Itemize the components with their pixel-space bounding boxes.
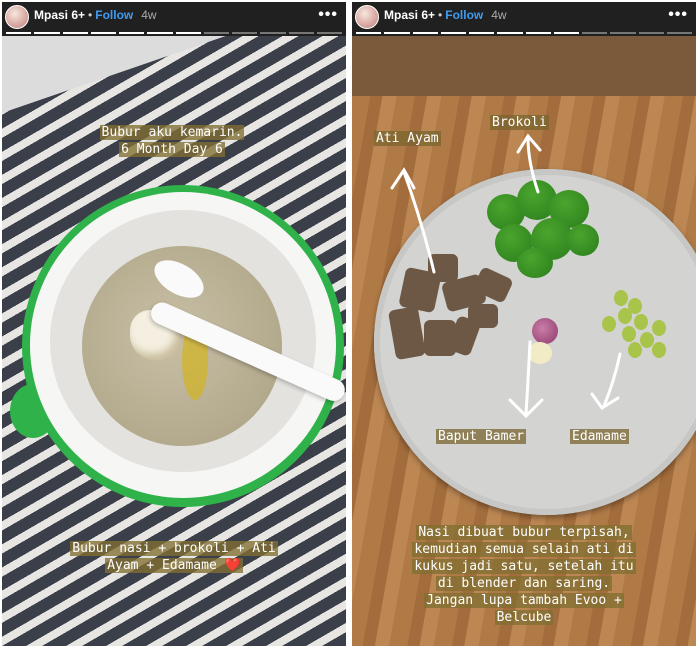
caption-bottom-line-1: Bubur nasi + brokoli + Ati (70, 541, 278, 556)
story-progress (6, 32, 342, 34)
story-header: Mpasi 6+ • Follow 4w ••• (2, 2, 346, 36)
story-panel-1[interactable]: Mpasi 6+ • Follow 4w ••• Bubur aku kemarin.… (2, 2, 346, 646)
more-options-icon[interactable]: ••• (668, 6, 688, 24)
caption-line-4: di blender dan saring. (435, 576, 613, 591)
caption-top-line-2: 6 Month Day 6 (119, 142, 225, 157)
story-header: Mpasi 6+ • Follow 4w ••• (352, 2, 696, 36)
caption-line-6: Belcube (494, 610, 554, 625)
story-progress (356, 32, 692, 34)
caption-top-line-1: Bubur aku kemarin. (99, 125, 245, 140)
user-line: Mpasi 6+ • Follow 4w (34, 8, 157, 22)
caption-bottom-line-2: Ayam + Edamame ❤️ (105, 558, 243, 573)
label-brokoli-text: Brokoli (490, 115, 549, 130)
username[interactable]: Mpasi 6+ (384, 8, 435, 22)
arrow-ati-ayam (402, 170, 436, 274)
avatar[interactable] (5, 5, 29, 29)
follow-button[interactable]: Follow (445, 8, 483, 22)
caption-bottom: Bubur nasi + brokoli + Ati Ayam + Edamam… (14, 540, 334, 574)
label-edamame-text: Edamame (570, 429, 629, 444)
follow-button[interactable]: Follow (95, 8, 133, 22)
post-age: 4w (491, 8, 507, 22)
caption-line-5: Jangan lupa tambah Evoo + (424, 593, 624, 608)
label-ati-ayam-text: Ati Ayam (374, 131, 441, 146)
label-brokoli: Brokoli (490, 114, 549, 131)
arrow-ati-ayam-head (390, 167, 416, 190)
arrow-baput-bamer (524, 340, 532, 416)
avatar[interactable] (355, 5, 379, 29)
more-options-icon[interactable]: ••• (318, 6, 338, 24)
caption-line-3: kukus jadi satu, setelah itu (412, 559, 636, 574)
caption-line-2: kemudian semua selain ati di (412, 542, 636, 557)
caption-line-1: Nasi dibuat bubur terpisah, (416, 525, 632, 540)
username[interactable]: Mpasi 6+ (34, 8, 85, 22)
label-ati-ayam: Ati Ayam (374, 130, 441, 147)
caption-bottom: Nasi dibuat bubur terpisah, kemudian sem… (358, 524, 690, 626)
story-panel-2[interactable]: Mpasi 6+ • Follow 4w ••• Ati Ayam Brokoli B… (352, 2, 696, 646)
post-age: 4w (141, 8, 157, 22)
label-edamame: Edamame (570, 428, 629, 445)
label-baput-bamer-text: Baput Bamer (436, 429, 527, 444)
caption-top: Bubur aku kemarin. 6 Month Day 6 (62, 124, 282, 158)
user-line: Mpasi 6+ • Follow 4w (384, 8, 507, 22)
label-baput-bamer: Baput Bamer (436, 428, 527, 445)
